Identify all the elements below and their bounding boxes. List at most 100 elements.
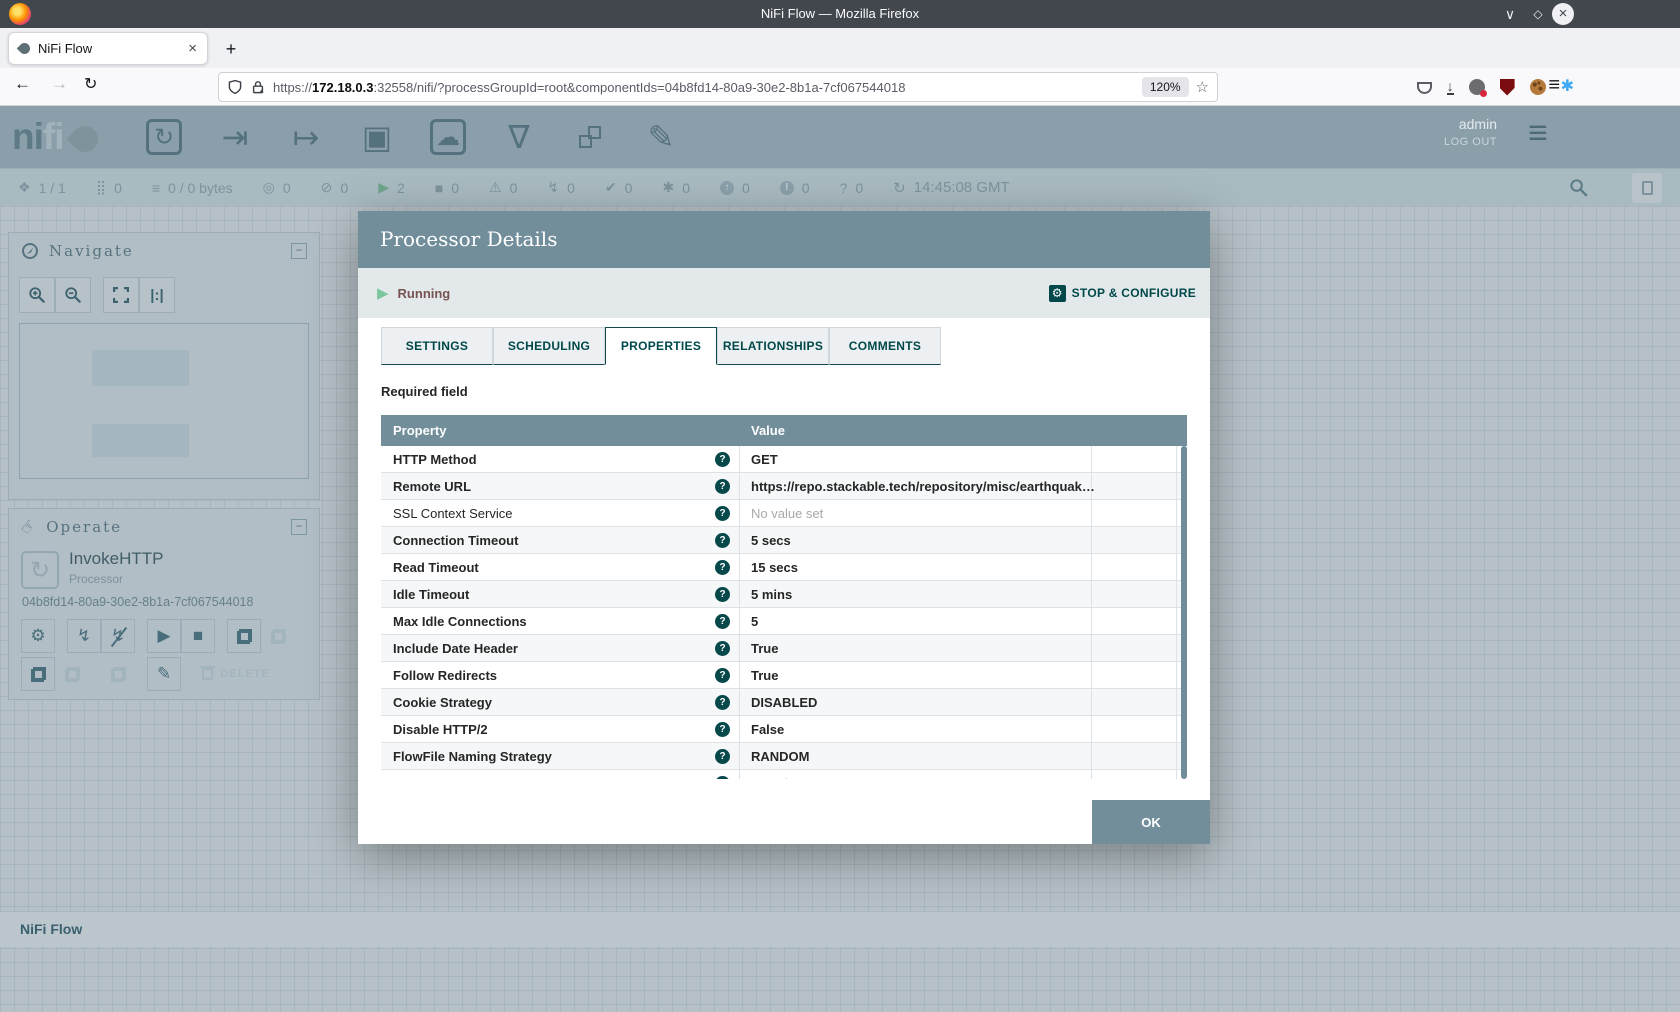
asterisk-extension-icon[interactable]: ✱ <box>1561 79 1574 95</box>
value-cell[interactable]: True <box>740 635 1092 661</box>
remote-process-group-icon[interactable]: ☁ <box>426 115 470 159</box>
zoom-actual-size-button[interactable]: |:| <box>139 277 175 313</box>
copy-button[interactable] <box>21 657 55 691</box>
forward-button[interactable]: → <box>51 74 68 94</box>
zoom-in-button[interactable] <box>19 277 55 313</box>
property-cell: SSL Context Service? <box>381 500 740 526</box>
help-icon[interactable]: ? <box>715 506 730 521</box>
browser-tab[interactable]: NiFi Flow × <box>8 32 208 65</box>
tab-close-icon[interactable]: × <box>188 40 197 57</box>
reload-button[interactable]: ↻ <box>84 74 97 94</box>
extra-cell <box>1092 635 1177 661</box>
menu-icon[interactable]: ≡ <box>1548 74 1560 97</box>
funnel-icon[interactable]: ∇ <box>497 115 541 159</box>
value-cell[interactable]: RANDOM <box>740 743 1092 769</box>
birdseye-minimap[interactable] <box>19 323 309 479</box>
value-cell[interactable]: False <box>740 716 1092 742</box>
pocket-icon[interactable] <box>1417 82 1432 94</box>
up-to-date-icon: ✔ <box>605 179 617 196</box>
shield-icon[interactable] <box>227 79 243 95</box>
processor-icon[interactable]: ↻ <box>142 115 186 159</box>
help-icon[interactable]: ? <box>715 452 730 467</box>
ublock-icon[interactable] <box>1500 79 1515 96</box>
breadcrumb[interactable]: NiFi Flow <box>20 921 82 937</box>
cookie-extension-icon[interactable] <box>1530 79 1546 95</box>
tab-comments[interactable]: COMMENTS <box>829 327 941 365</box>
search-icon[interactable] <box>1569 178 1588 197</box>
status-count: 0 <box>340 180 348 196</box>
save-template-button[interactable] <box>227 619 261 653</box>
value-cell[interactable]: https://repo.stackable.tech/repository/m… <box>740 473 1092 499</box>
help-icon[interactable]: ? <box>715 749 730 764</box>
window-minimize-button[interactable]: ∨ <box>1498 2 1522 26</box>
property-name: Follow Redirects <box>393 668 715 683</box>
process-group-icon[interactable]: ▣ <box>355 115 399 159</box>
table-body: HTTP Method?GETRemote URL?https://repo.s… <box>381 446 1187 779</box>
help-icon[interactable]: ? <box>715 776 730 780</box>
new-tab-button[interactable]: + <box>218 36 244 62</box>
back-button[interactable]: ← <box>14 74 31 94</box>
property-name: Cookie Strategy <box>393 695 715 710</box>
template-icon[interactable] <box>568 115 612 159</box>
help-icon[interactable]: ? <box>715 668 730 683</box>
enable-button[interactable]: ↯ <box>67 619 101 653</box>
extension-blocker-icon[interactable] <box>1469 79 1485 95</box>
logout-link[interactable]: LOG OUT <box>1444 136 1497 148</box>
help-icon[interactable]: ? <box>715 614 730 629</box>
value-cell[interactable]: True <box>740 662 1092 688</box>
table-row: HTTP Method?GET <box>381 446 1187 473</box>
zoom-level-badge[interactable]: 120% <box>1142 77 1189 97</box>
stop-and-configure-button[interactable]: ⚙ STOP & CONFIGURE <box>1049 285 1196 302</box>
help-icon[interactable]: ? <box>715 641 730 656</box>
help-icon[interactable]: ? <box>715 587 730 602</box>
property-cell: Connection Timeout? <box>381 527 740 553</box>
ok-button[interactable]: OK <box>1092 800 1210 844</box>
value-cell[interactable]: No value set <box>740 500 1092 526</box>
value-cell[interactable]: 5 mins <box>740 581 1092 607</box>
table-scrollbar[interactable] <box>1181 446 1187 779</box>
value-cell[interactable]: 15 secs <box>740 554 1092 580</box>
extra-cell <box>1092 473 1177 499</box>
zoom-out-button[interactable] <box>55 277 91 313</box>
global-menu-icon[interactable]: ≡ <box>1528 114 1548 152</box>
help-icon[interactable]: ? <box>715 722 730 737</box>
help-icon[interactable]: ? <box>715 560 730 575</box>
value-cell[interactable]: DISABLED <box>740 689 1092 715</box>
configure-button[interactable]: ⚙ <box>21 619 55 653</box>
stop-button[interactable]: ■ <box>181 619 215 653</box>
help-icon[interactable]: ? <box>715 479 730 494</box>
tab-relationships[interactable]: RELATIONSHIPS <box>717 327 829 365</box>
url-text[interactable]: https://172.18.0.3:32558/nifi/?processGr… <box>273 80 1135 95</box>
help-icon[interactable]: ? <box>715 695 730 710</box>
output-port-icon[interactable]: ↦ <box>284 115 328 159</box>
value-cell[interactable]: No value set <box>740 770 1092 779</box>
window-maximize-button[interactable]: ◇ <box>1526 2 1550 26</box>
panel-toggle-button[interactable] <box>1632 173 1662 203</box>
refresh-icon[interactable]: ↻ <box>893 179 906 197</box>
bookmark-star-icon[interactable]: ☆ <box>1196 78 1209 96</box>
tab-properties[interactable]: PROPERTIES <box>605 327 717 365</box>
navigate-collapse-button[interactable]: − <box>291 243 307 259</box>
value-cell[interactable]: 5 secs <box>740 527 1092 553</box>
start-button[interactable]: ▶ <box>147 619 181 653</box>
value-cell[interactable]: GET <box>740 446 1092 472</box>
component-toolbar: ↻ ⇥ ↦ ▣ ☁ ∇ ✎ <box>142 112 683 162</box>
download-icon[interactable]: ↓ <box>1447 80 1454 95</box>
cluster-icon: ❖ <box>18 179 31 196</box>
compass-icon <box>21 242 39 260</box>
url-bar[interactable]: https://172.18.0.3:32558/nifi/?processGr… <box>218 72 1218 102</box>
color-button[interactable]: ✎ <box>147 657 181 691</box>
value-cell[interactable]: 5 <box>740 608 1092 634</box>
tab-scheduling[interactable]: SCHEDULING <box>493 327 605 365</box>
input-port-icon[interactable]: ⇥ <box>213 115 257 159</box>
breadcrumb-bar: NiFi Flow <box>0 911 1680 947</box>
window-close-button[interactable]: × <box>1552 3 1574 25</box>
zoom-fit-button[interactable] <box>103 277 139 313</box>
url-host: 172.18.0.3 <box>312 80 373 95</box>
operate-collapse-button[interactable]: − <box>291 519 307 535</box>
lock-icon[interactable] <box>250 79 266 95</box>
label-icon[interactable]: ✎ <box>639 115 683 159</box>
help-icon[interactable]: ? <box>715 533 730 548</box>
tab-settings[interactable]: SETTINGS <box>381 327 493 365</box>
disable-button[interactable]: ↯ <box>101 619 135 653</box>
